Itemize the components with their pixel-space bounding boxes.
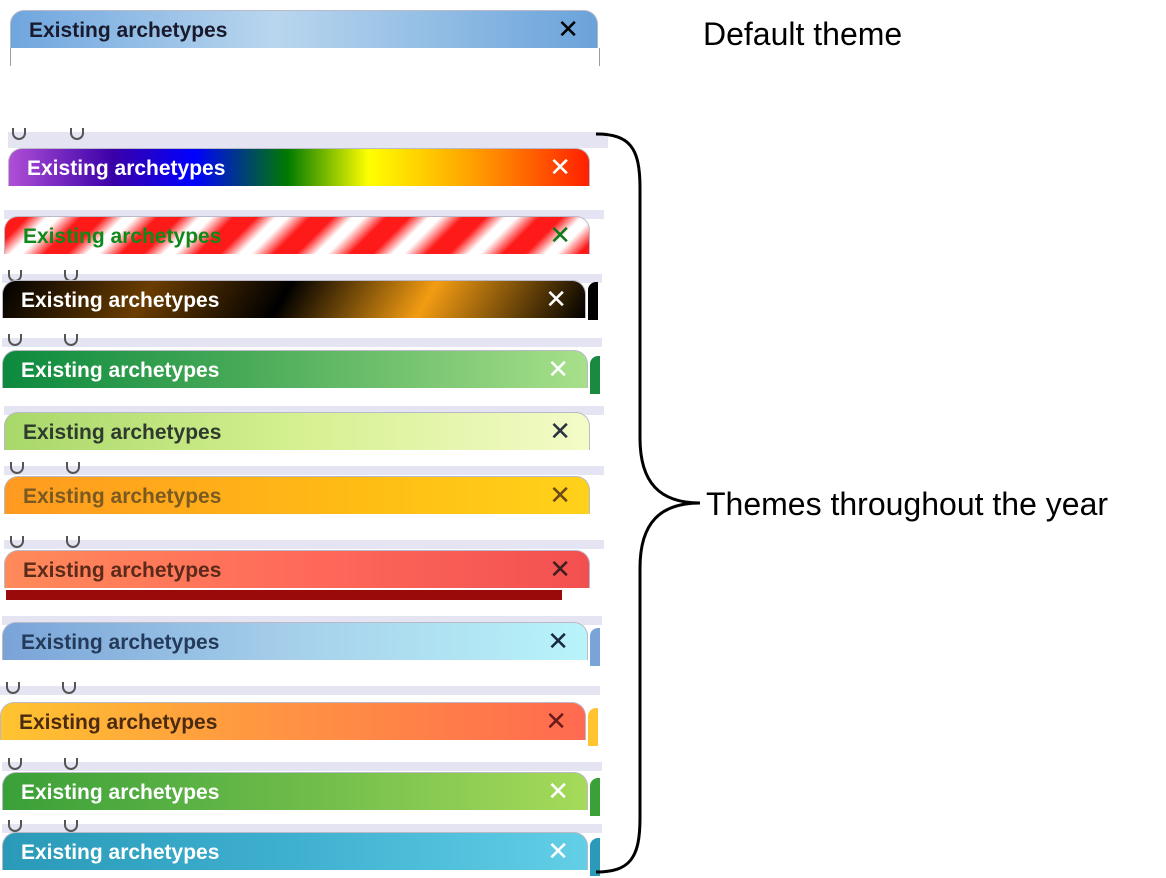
tab-theme[interactable]: Existing archetypes ✕ [0, 702, 586, 740]
close-icon[interactable]: ✕ [549, 221, 571, 249]
annotation-seasonal-themes: Themes throughout the year [706, 486, 1109, 522]
tab-theme[interactable]: Existing archetypes ✕ [4, 550, 590, 588]
tab-label: Existing archetypes [21, 841, 220, 864]
close-icon[interactable]: ✕ [549, 555, 571, 583]
tab-theme[interactable]: Existing archetypes ✕ [2, 622, 588, 660]
close-icon[interactable]: ✕ [549, 481, 571, 509]
tab-label: Existing archetypes [21, 289, 220, 312]
ring-icon [66, 462, 80, 474]
ring-icon [66, 536, 80, 548]
tab-label: Existing archetypes [29, 19, 228, 42]
close-icon[interactable]: ✕ [557, 15, 579, 43]
ring-icon [70, 128, 84, 140]
tab-strip-theme: Existing archetypes ✕ [0, 682, 600, 750]
tab-default[interactable]: Existing archetypes ✕ [10, 10, 598, 48]
ring-icon [64, 820, 78, 832]
tab-strip-theme: Existing archetypes ✕ [8, 128, 608, 196]
tab-label: Existing archetypes [21, 631, 220, 654]
tab-theme[interactable]: Existing archetypes ✕ [2, 350, 588, 388]
tab-theme[interactable]: Existing archetypes ✕ [4, 412, 590, 450]
tab-strip-theme: Existing archetypes ✕ [4, 462, 604, 530]
tab-body [10, 48, 600, 66]
close-icon[interactable]: ✕ [549, 153, 571, 181]
tab-strip-default: Existing archetypes ✕ [10, 10, 610, 74]
brace-path [595, 132, 701, 874]
ring-icon [6, 682, 20, 694]
curly-brace [595, 132, 701, 874]
tab-label: Existing archetypes [23, 559, 222, 582]
annotation-default-theme: Default theme [703, 16, 903, 52]
ring-icon [62, 682, 76, 694]
tab-theme[interactable]: Existing archetypes ✕ [2, 832, 588, 870]
close-icon[interactable]: ✕ [547, 627, 569, 655]
tab-strip-theme: Existing archetypes ✕ [2, 334, 602, 402]
ring-icon [64, 334, 78, 346]
close-icon[interactable]: ✕ [547, 837, 569, 865]
ring-binder [0, 682, 100, 698]
ring-icon [10, 536, 24, 548]
tab-theme[interactable]: Existing archetypes ✕ [8, 148, 590, 186]
tab-strip-theme: Existing archetypes ✕ [4, 406, 604, 470]
tab-theme[interactable]: Existing archetypes ✕ [4, 476, 590, 514]
ring-icon [64, 758, 78, 770]
tab-strip-theme: Existing archetypes ✕ [2, 270, 602, 338]
tab-label: Existing archetypes [21, 781, 220, 804]
ring-icon [8, 820, 22, 832]
ring-icon [10, 462, 24, 474]
tab-theme[interactable]: Existing archetypes ✕ [4, 216, 590, 254]
close-icon[interactable]: ✕ [545, 285, 567, 313]
tab-strip-theme: Existing archetypes ✕ [4, 210, 604, 274]
tab-label: Existing archetypes [23, 421, 222, 444]
tab-label: Existing archetypes [21, 359, 220, 382]
ring-binder [2, 334, 102, 350]
tab-strip-theme: Existing archetypes ✕ [4, 536, 604, 604]
tab-underline [6, 590, 562, 600]
close-icon[interactable]: ✕ [547, 355, 569, 383]
tab-label: Existing archetypes [23, 225, 222, 248]
ring-icon [8, 758, 22, 770]
tab-label: Existing archetypes [23, 485, 222, 508]
tab-strip-theme: Existing archetypes ✕ [2, 758, 602, 826]
tab-strip-theme: Existing archetypes ✕ [2, 820, 602, 876]
tab-label: Existing archetypes [19, 711, 218, 734]
close-icon[interactable]: ✕ [547, 777, 569, 805]
tab-theme[interactable]: Existing archetypes ✕ [2, 280, 586, 318]
tab-theme[interactable]: Existing archetypes ✕ [2, 772, 588, 810]
ring-icon [12, 128, 26, 140]
close-icon[interactable]: ✕ [549, 417, 571, 445]
ring-binder [8, 128, 108, 144]
tab-strip-theme: Existing archetypes ✕ [2, 616, 602, 680]
close-icon[interactable]: ✕ [545, 707, 567, 735]
ring-icon [8, 334, 22, 346]
tab-label: Existing archetypes [27, 157, 226, 180]
